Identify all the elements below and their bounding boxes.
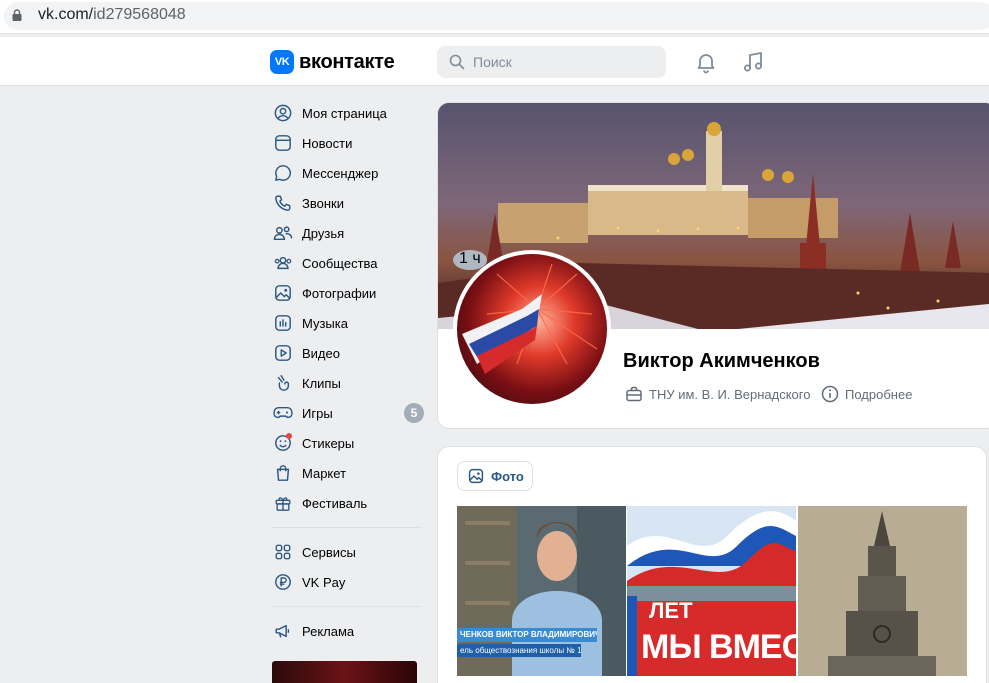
nav-item-friends[interactable]: Друзья — [270, 218, 430, 248]
photo-thumbnail-2[interactable]: ЛЕТ МЫ ВМЕС — [627, 506, 796, 676]
phone-icon — [273, 193, 293, 213]
nav-label: Клипы — [302, 375, 341, 391]
nav-label: Видео — [302, 345, 340, 361]
bag-icon — [273, 463, 293, 483]
fireworks-flag-illustration — [462, 263, 598, 374]
avatar-fireworks-image — [457, 254, 607, 404]
nav-label: Игры — [302, 405, 333, 421]
photo-text-years: ЛЕТ — [649, 598, 693, 623]
gift-icon — [273, 493, 293, 513]
profile-name: Виктор Акимченков — [623, 350, 820, 372]
nav-item-games[interactable]: Игры 5 — [270, 398, 430, 428]
photo-thumbnail-3[interactable] — [798, 506, 967, 676]
nav-item-clips[interactable]: Клипы — [270, 368, 430, 398]
bell-icon[interactable] — [694, 50, 718, 74]
profile-more-info[interactable]: Подробнее — [821, 385, 912, 403]
info-icon — [821, 385, 839, 403]
avatar-time-badge: 1 ч — [453, 250, 487, 270]
nav-label: Новости — [302, 135, 353, 151]
nav-item-music[interactable]: Музыка — [270, 308, 430, 338]
photos-tab-label: Фото — [491, 468, 524, 484]
nav-item-photos[interactable]: Фотографии — [270, 278, 430, 308]
profile-avatar[interactable] — [453, 250, 611, 408]
nav-item-video[interactable]: Видео — [270, 338, 430, 368]
vk-header: VK вконтакте — [0, 37, 989, 86]
user-circle-icon — [273, 103, 293, 123]
nav-label: Маркет — [302, 465, 347, 481]
music-icon — [273, 313, 293, 333]
search-box[interactable] — [437, 46, 666, 78]
photo-icon — [273, 283, 293, 303]
nav-label: Моя страница — [302, 105, 387, 121]
nav-divider — [272, 606, 422, 607]
photo-icon — [468, 468, 484, 484]
nav-label: Фотографии — [302, 285, 377, 301]
photos-tab[interactable]: Фото — [457, 461, 533, 491]
video-icon — [273, 343, 293, 363]
more-info-label: Подробнее — [845, 386, 913, 402]
newsfeed-icon — [273, 133, 293, 153]
promo-thumbnail[interactable] — [272, 661, 417, 683]
photo-caption-role: ель обществознания школы № 1529 — [457, 644, 581, 657]
photo-vintage-tower — [798, 506, 967, 676]
clips-icon — [273, 373, 293, 393]
left-nav: Моя страница Новости Мессенджер Звонки Д… — [270, 98, 430, 646]
nav-label: Фестиваль — [302, 495, 368, 511]
nav-label: Реклама — [302, 623, 355, 639]
browser-address-bar: vk.com/id279568048 — [0, 0, 989, 34]
vk-logo[interactable]: VK вконтакте — [270, 50, 395, 74]
url-path: id279568048 — [93, 6, 186, 23]
nav-item-ads[interactable]: Реклама — [270, 616, 430, 646]
photo-caption-name: ЧЕНКОВ ВИКТОР ВЛАДИМИРОВИЧ — [457, 628, 597, 642]
nav-label: Друзья — [302, 225, 345, 241]
nav-item-my-page[interactable]: Моя страница — [270, 98, 430, 128]
nav-item-vk-pay[interactable]: VK Pay — [270, 567, 430, 597]
nav-item-news[interactable]: Новости — [270, 128, 430, 158]
nav-divider — [272, 527, 422, 528]
education-label: ТНУ им. В. И. Вернадского — [649, 386, 811, 402]
communities-icon — [273, 253, 293, 273]
nav-label: Звонки — [302, 195, 344, 211]
nav-item-services[interactable]: Сервисы — [270, 537, 430, 567]
nav-label: Музыка — [302, 315, 348, 331]
profile-education[interactable]: ТНУ им. В. И. Вернадского — [625, 385, 810, 403]
url-host: vk.com/ — [38, 6, 94, 23]
photo-thumbnail-1[interactable]: ЧЕНКОВ ВИКТОР ВЛАДИМИРОВИЧ ель обществоз… — [457, 506, 626, 676]
nav-label: Мессенджер — [302, 165, 379, 181]
search-icon — [449, 54, 465, 70]
games-count-badge: 5 — [404, 403, 424, 423]
nav-item-market[interactable]: Маркет — [270, 458, 430, 488]
music-note-icon[interactable] — [741, 50, 765, 74]
vk-logo-mark: VK — [270, 50, 294, 74]
nav-item-messenger[interactable]: Мессенджер — [270, 158, 430, 188]
url-text[interactable]: vk.com/id279568048 — [38, 6, 186, 24]
nav-item-festival[interactable]: Фестиваль — [270, 488, 430, 518]
message-icon — [273, 163, 293, 183]
nav-label: Стикеры — [302, 435, 355, 451]
vkpay-icon — [273, 572, 293, 592]
search-input[interactable] — [473, 54, 643, 70]
briefcase-icon — [626, 386, 642, 402]
lock-icon — [12, 9, 22, 21]
new-indicator-dot — [286, 433, 292, 439]
friends-icon — [273, 223, 293, 243]
nav-label: VK Pay — [302, 574, 346, 590]
vk-brand-name: вконтакте — [299, 50, 395, 73]
nav-item-stickers[interactable]: Стикеры — [270, 428, 430, 458]
megaphone-icon — [273, 621, 293, 641]
nav-label: Сообщества — [302, 255, 378, 271]
gamepad-icon — [273, 403, 293, 423]
nav-item-communities[interactable]: Сообщества — [270, 248, 430, 278]
services-icon — [273, 542, 293, 562]
nav-item-calls[interactable]: Звонки — [270, 188, 430, 218]
photo-text-together: МЫ ВМЕС — [641, 628, 796, 666]
nav-label: Сервисы — [302, 544, 356, 560]
